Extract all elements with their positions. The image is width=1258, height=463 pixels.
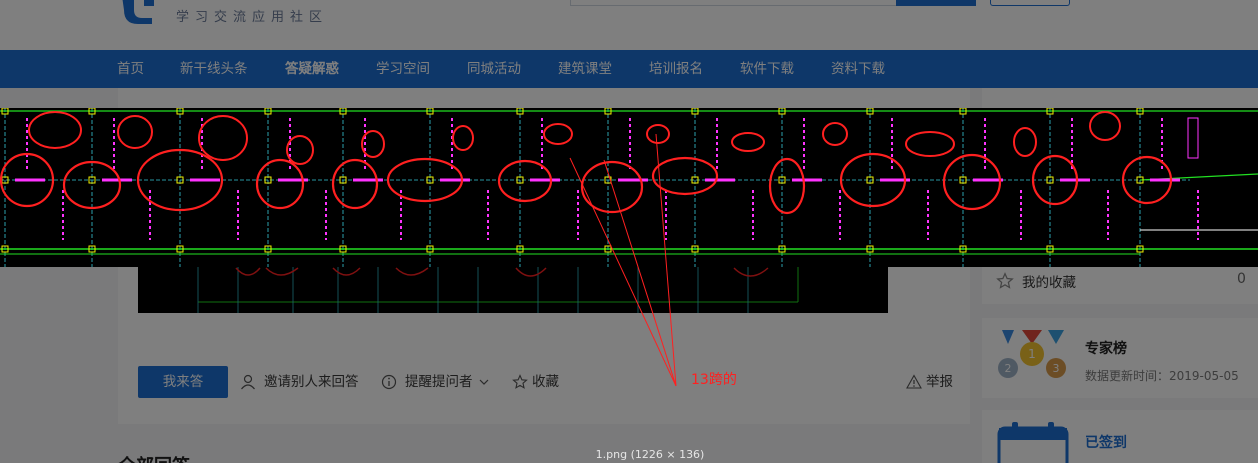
annotation-ring xyxy=(822,122,848,146)
annotation-ring xyxy=(28,111,82,149)
annotation-ring xyxy=(651,156,719,196)
annotation-ring xyxy=(1013,127,1037,157)
annotation-ring xyxy=(117,115,153,149)
annotation-ring xyxy=(331,158,379,210)
annotation-ring xyxy=(646,124,670,144)
annotation-ring xyxy=(768,157,806,215)
viewer-image[interactable] xyxy=(0,107,1258,267)
annotation-ring xyxy=(198,115,248,161)
annotation-ring xyxy=(731,132,765,152)
cad-detail-mark xyxy=(1187,117,1199,159)
annotation-ring xyxy=(543,123,573,145)
annotation-ring xyxy=(580,160,644,214)
annotation-ring xyxy=(1089,111,1121,141)
annotation-label: 13跨的 xyxy=(691,372,737,388)
annotation-ring xyxy=(905,131,955,157)
annotation-ring xyxy=(255,158,305,210)
annotation-ring xyxy=(452,125,474,151)
annotation-ring xyxy=(942,153,1002,211)
image-caption: 1.png (1226 × 136) xyxy=(595,448,705,461)
